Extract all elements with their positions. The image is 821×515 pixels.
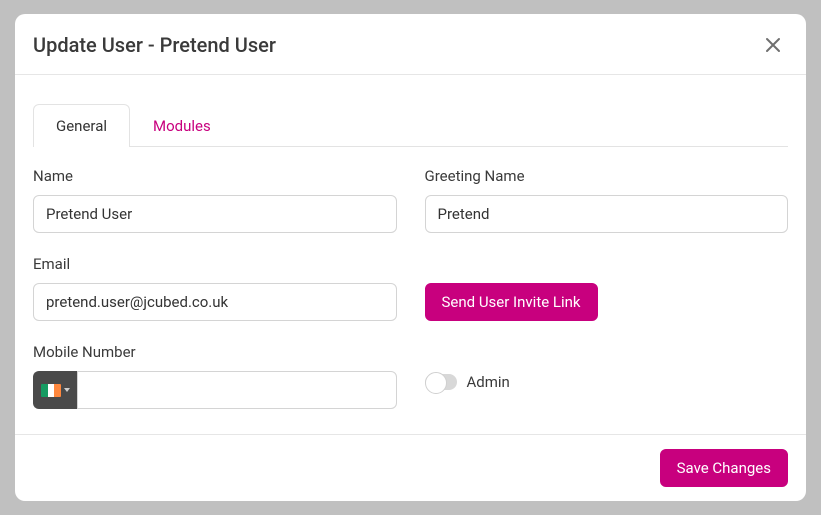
modal-header: Update User - Pretend User [15, 14, 806, 75]
greeting-input[interactable] [425, 195, 789, 233]
tab-general[interactable]: General [33, 104, 130, 147]
col-admin: Admin [425, 343, 789, 409]
mobile-input[interactable] [77, 371, 397, 409]
tab-modules[interactable]: Modules [130, 104, 234, 147]
email-label: Email [33, 255, 397, 273]
row-mobile-admin: Mobile Number Admin [33, 343, 788, 409]
row-email-invite: Email Send User Invite Link [33, 255, 788, 321]
mobile-input-group [33, 371, 397, 409]
col-greeting: Greeting Name [425, 167, 789, 233]
name-input[interactable] [33, 195, 397, 233]
col-invite: Send User Invite Link [425, 255, 789, 321]
modal-title: Update User - Pretend User [33, 33, 276, 57]
save-button[interactable]: Save Changes [660, 449, 788, 487]
close-button[interactable] [758, 30, 788, 60]
row-name-greeting: Name Greeting Name [33, 167, 788, 233]
modal-footer: Save Changes [15, 434, 806, 501]
col-name: Name [33, 167, 397, 233]
send-invite-button[interactable]: Send User Invite Link [425, 283, 598, 321]
email-input[interactable] [33, 283, 397, 321]
tab-bar: General Modules [33, 103, 788, 147]
chevron-down-icon [64, 388, 70, 392]
greeting-label: Greeting Name [425, 167, 789, 185]
admin-label: Admin [467, 373, 510, 391]
update-user-modal: Update User - Pretend User General Modul… [15, 14, 806, 501]
col-email: Email [33, 255, 397, 321]
flag-ireland-icon [41, 384, 61, 397]
admin-toggle-row: Admin [425, 371, 789, 391]
close-icon [765, 37, 781, 53]
col-mobile: Mobile Number [33, 343, 397, 409]
mobile-label: Mobile Number [33, 343, 397, 361]
admin-toggle[interactable] [425, 374, 457, 390]
name-label: Name [33, 167, 397, 185]
modal-body: General Modules Name Greeting Name Email… [15, 75, 806, 434]
country-code-button[interactable] [33, 371, 77, 409]
